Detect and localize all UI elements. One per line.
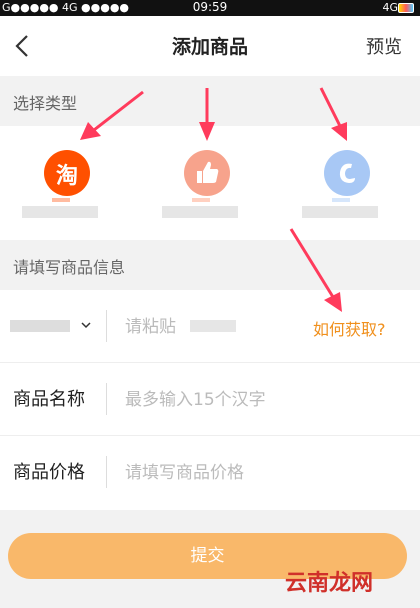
field-divider — [106, 383, 107, 415]
link-row: 请粘贴 如何获取? — [0, 290, 420, 363]
link-placeholder-blurred — [190, 320, 236, 332]
type-label-blurred — [302, 206, 378, 218]
type-underline — [52, 198, 70, 202]
section-header-type: 选择类型 — [0, 76, 420, 126]
name-row: 商品名称 最多输入15个汉字 — [0, 363, 420, 436]
c-logo-icon — [324, 150, 370, 196]
type-underline — [332, 198, 350, 202]
how-to-get-link[interactable]: 如何获取? — [313, 316, 386, 340]
name-label: 商品名称 — [13, 389, 85, 410]
thumbs-up-glyph — [197, 161, 219, 183]
battery-icon — [398, 3, 414, 13]
field-divider — [106, 456, 107, 488]
type-label-blurred — [22, 206, 98, 218]
platform-select-blurred[interactable] — [10, 320, 70, 332]
preview-button[interactable]: 预览 — [366, 33, 402, 59]
section-title-info: 请填写商品信息 — [13, 258, 126, 277]
name-input[interactable]: 最多输入15个汉字 — [125, 385, 266, 410]
product-form: 请粘贴 如何获取? 商品名称 最多输入15个汉字 商品价格 请填写商品价格 — [0, 290, 420, 510]
type-selector: 淘 — [0, 126, 420, 240]
field-divider — [106, 310, 107, 342]
watermark-text: 云南龙网 — [285, 571, 374, 596]
link-input[interactable]: 请粘贴 — [125, 312, 176, 337]
type-underline — [192, 198, 210, 202]
page-title: 添加商品 — [171, 36, 248, 58]
type-option-c[interactable] — [302, 146, 392, 226]
price-label: 商品价格 — [13, 462, 85, 483]
section-title-type: 选择类型 — [13, 94, 78, 113]
c-logo-glyph — [339, 163, 355, 183]
type-label-blurred — [162, 206, 238, 218]
thumbs-up-icon — [184, 150, 230, 196]
taobao-icon: 淘 — [44, 150, 90, 196]
type-option-thumbs[interactable] — [162, 146, 252, 226]
status-time: 09:59 — [192, 0, 228, 14]
type-option-taobao[interactable]: 淘 — [22, 146, 112, 226]
section-header-info: 请填写商品信息 — [0, 240, 420, 290]
chevron-down-icon[interactable] — [80, 320, 92, 330]
taobao-glyph: 淘 — [55, 164, 78, 189]
price-input[interactable]: 请填写商品价格 — [125, 458, 244, 483]
status-bar: G●●●●● 4G ●●●●● 09:59 4G — [0, 0, 420, 16]
price-row: 商品价格 请填写商品价格 — [0, 436, 420, 508]
nav-bar: 添加商品 预览 — [0, 16, 420, 76]
carrier-signal-right: 4G — [382, 1, 398, 14]
